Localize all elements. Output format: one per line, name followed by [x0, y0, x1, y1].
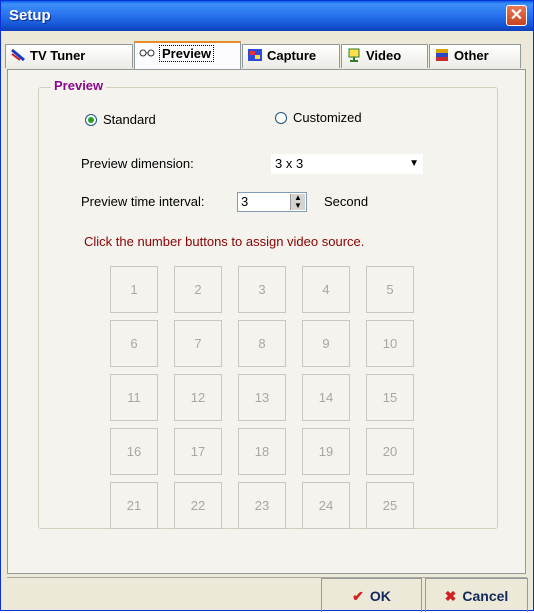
tab-video[interactable]: Video	[341, 44, 428, 68]
title-bar[interactable]: Setup ✕	[1, 1, 533, 31]
assign-hint: Click the number buttons to assign video…	[84, 234, 365, 249]
group-title: Preview	[51, 78, 107, 93]
source-button-2[interactable]: 2	[174, 266, 222, 313]
spinner-buttons[interactable]: ▲ ▼	[290, 194, 305, 210]
source-button-21[interactable]: 21	[110, 482, 158, 529]
source-button-25[interactable]: 25	[366, 482, 414, 529]
source-button-24[interactable]: 24	[302, 482, 350, 529]
window-title: Setup	[9, 7, 51, 24]
close-button[interactable]: ✕	[506, 5, 527, 26]
source-button-8[interactable]: 8	[238, 320, 286, 367]
source-button-3[interactable]: 3	[238, 266, 286, 313]
tab-other[interactable]: Other	[429, 44, 521, 68]
other-icon	[436, 49, 448, 61]
source-button-9[interactable]: 9	[302, 320, 350, 367]
ok-button[interactable]: ✔ OK	[321, 578, 422, 612]
tab-preview[interactable]: Preview	[134, 41, 241, 69]
source-button-20[interactable]: 20	[366, 428, 414, 475]
dimension-value: 3 x 3	[275, 156, 304, 171]
source-button-11[interactable]: 11	[110, 374, 158, 421]
dimension-select[interactable]: 3 x 3 ▼	[271, 154, 423, 174]
source-button-14[interactable]: 14	[302, 374, 350, 421]
dimension-label: Preview dimension:	[81, 156, 194, 171]
interval-label: Preview time interval:	[81, 194, 205, 209]
source-button-17[interactable]: 17	[174, 428, 222, 475]
tab-label: Video	[366, 48, 402, 63]
tv-tuner-icon	[11, 48, 25, 62]
x-icon: ✖	[444, 588, 457, 604]
source-button-4[interactable]: 4	[302, 266, 350, 313]
source-button-19[interactable]: 19	[302, 428, 350, 475]
source-button-12[interactable]: 12	[174, 374, 222, 421]
setup-window: Setup ✕ TV Tuner Preview Capture Video O…	[0, 0, 534, 612]
tab-label: Preview	[159, 45, 215, 62]
capture-icon	[248, 49, 262, 61]
radio-label: Customized	[293, 110, 362, 125]
source-button-10[interactable]: 10	[366, 320, 414, 367]
source-button-1[interactable]: 1	[110, 266, 158, 313]
radio-dot	[275, 111, 287, 124]
tab-label: Other	[454, 48, 489, 63]
source-button-7[interactable]: 7	[174, 320, 222, 367]
tab-label: Capture	[267, 48, 317, 63]
interval-value: 3	[241, 194, 249, 209]
radio-standard[interactable]: Standard	[85, 112, 156, 127]
source-button-18[interactable]: 18	[238, 428, 286, 475]
interval-unit: Second	[324, 194, 369, 209]
preview-group: Preview Standard Customized Preview dime…	[38, 78, 498, 529]
tab-tv-tuner[interactable]: TV Tuner	[5, 44, 133, 68]
cancel-button[interactable]: ✖ Cancel	[425, 578, 528, 612]
source-button-5[interactable]: 5	[366, 266, 414, 313]
source-button-13[interactable]: 13	[238, 374, 286, 421]
source-button-16[interactable]: 16	[110, 428, 158, 475]
radio-dot	[85, 113, 97, 126]
interval-spinner[interactable]: 3 ▲ ▼	[237, 192, 307, 212]
source-button-15[interactable]: 15	[366, 374, 414, 421]
dropdown-arrow-icon[interactable]: ▼	[409, 154, 419, 174]
glasses-icon	[139, 49, 155, 57]
source-button-6[interactable]: 6	[110, 320, 158, 367]
source-button-22[interactable]: 22	[174, 482, 222, 529]
video-icon	[348, 48, 360, 62]
checkmark-icon: ✔	[352, 588, 364, 604]
radio-label: Standard	[103, 112, 156, 127]
radio-customized[interactable]: Customized	[275, 110, 362, 125]
ok-label: OK	[369, 588, 391, 604]
source-button-23[interactable]: 23	[238, 482, 286, 529]
tab-capture[interactable]: Capture	[242, 44, 340, 68]
tab-label: TV Tuner	[30, 48, 86, 63]
cancel-label: Cancel	[462, 588, 509, 604]
preview-panel: Preview Standard Customized Preview dime…	[7, 69, 526, 574]
